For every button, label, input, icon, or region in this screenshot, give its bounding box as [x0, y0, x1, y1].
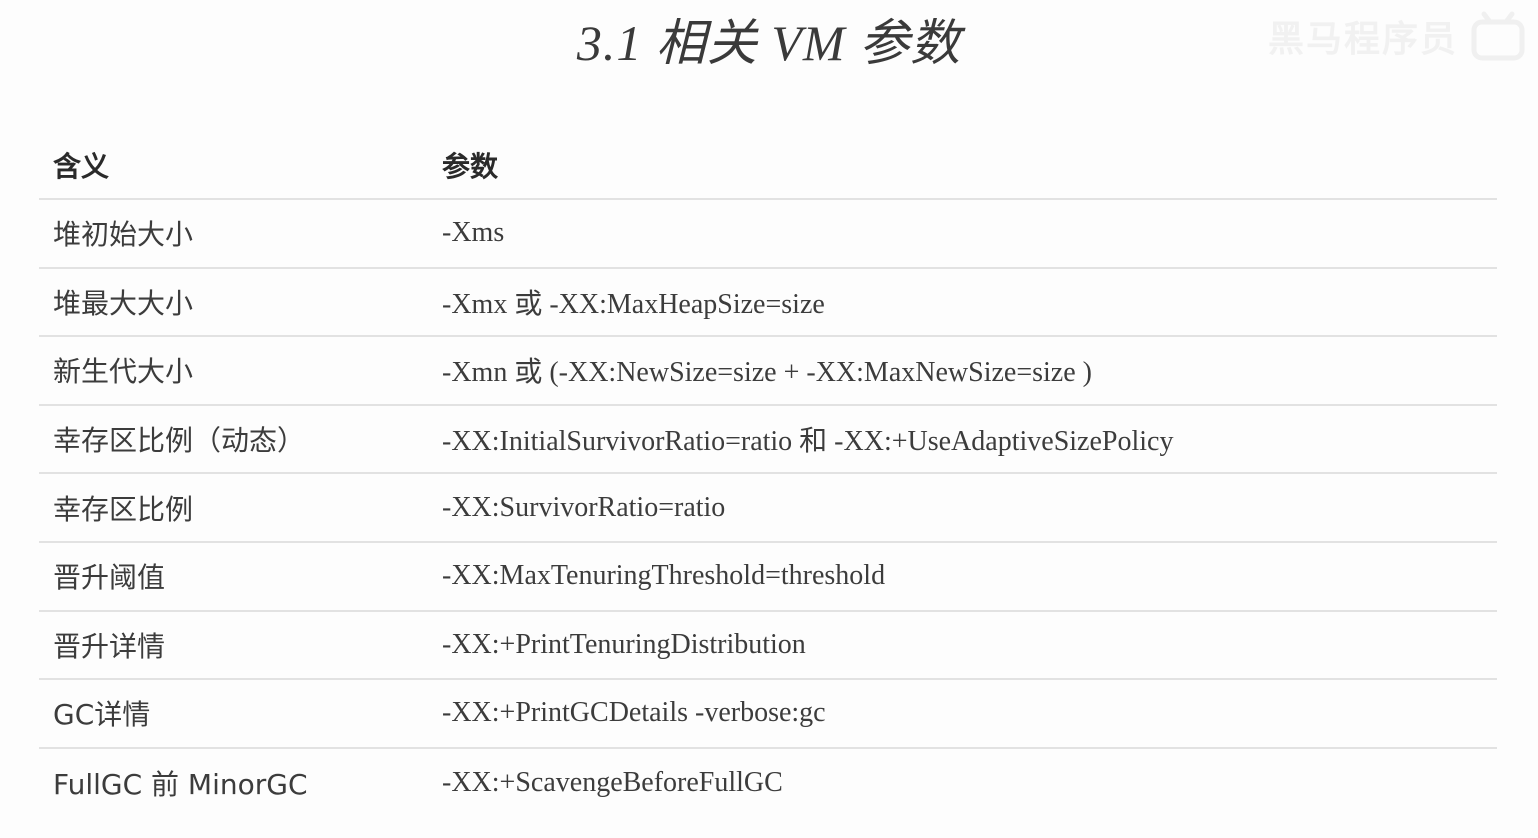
cell-meaning: 堆最大大小 — [53, 286, 194, 320]
cell-param: -XX:MaxTenuringThreshold=threshold — [442, 560, 886, 592]
cell-param: -XX:+ScavengeBeforeFullGC — [442, 767, 783, 799]
table-row: 堆最大大小 -Xmx 或 -XX:MaxHeapSize=size — [39, 269, 1497, 338]
cell-meaning: 堆初始大小 — [53, 218, 194, 252]
vm-params-table: 含义 参数 堆初始大小 -Xms 堆最大大小 -Xmx 或 -XX:MaxHea… — [39, 131, 1497, 817]
cell-meaning: 幸存区比例（动态） — [53, 424, 306, 458]
cell-meaning: 新生代大小 — [53, 355, 194, 389]
cell-param: -Xms — [442, 217, 505, 249]
cell-param: -XX:+PrintTenuringDistribution — [442, 628, 806, 660]
bilibili-logo-icon — [1471, 11, 1525, 61]
cell-meaning: GC详情 — [53, 698, 151, 732]
table-row: 堆初始大小 -Xms — [39, 200, 1497, 269]
watermark: 黑马程序员 — [1268, 8, 1526, 64]
cell-meaning: FullGC 前 MinorGC — [53, 768, 308, 802]
table-row: 幸存区比例 -XX:SurvivorRatio=ratio — [39, 474, 1497, 543]
cell-meaning: 幸存区比例 — [53, 492, 194, 526]
table-row: 晋升详情 -XX:+PrintTenuringDistribution — [39, 612, 1497, 681]
table-row: 幸存区比例（动态） -XX:InitialSurvivorRatio=ratio… — [39, 406, 1497, 475]
cell-meaning: 晋升详情 — [53, 629, 166, 663]
table-row: FullGC 前 MinorGC -XX:+ScavengeBeforeFull… — [39, 749, 1497, 818]
cell-param: -XX:InitialSurvivorRatio=ratio 和 -XX:+Us… — [442, 426, 1174, 458]
watermark-text: 黑马程序员 — [1267, 19, 1458, 60]
header-meaning: 含义 — [53, 149, 110, 183]
table-row: 新生代大小 -Xmn 或 (-XX:NewSize=size + -XX:Max… — [39, 337, 1497, 406]
cell-param: -XX:+PrintGCDetails -verbose:gc — [442, 697, 826, 729]
cell-meaning: 晋升阈值 — [53, 561, 166, 595]
cell-param: -Xmx 或 -XX:MaxHeapSize=size — [442, 288, 825, 320]
cell-param: -XX:SurvivorRatio=ratio — [442, 491, 726, 523]
header-param: 参数 — [442, 149, 499, 183]
table-row: 晋升阈值 -XX:MaxTenuringThreshold=threshold — [39, 543, 1497, 612]
cell-param: -Xmn 或 (-XX:NewSize=size + -XX:MaxNewSiz… — [442, 357, 1092, 389]
table-header-row: 含义 参数 — [39, 131, 1497, 200]
table-row: GC详情 -XX:+PrintGCDetails -verbose:gc — [39, 680, 1497, 749]
